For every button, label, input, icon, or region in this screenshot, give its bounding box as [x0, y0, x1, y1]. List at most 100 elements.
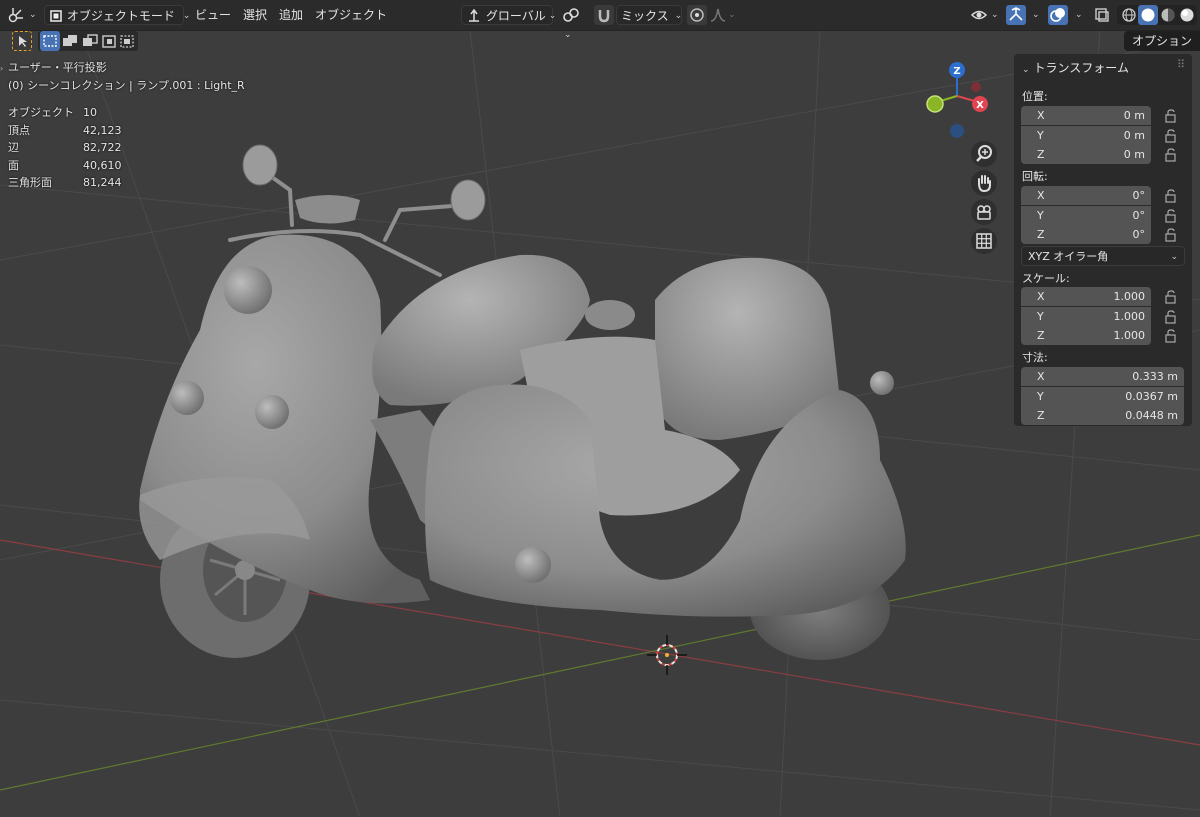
rotation-z-field[interactable]: Z 0°	[1021, 225, 1151, 244]
transform-panel-title: トランスフォーム	[1033, 61, 1129, 75]
menu-select[interactable]: 選択	[243, 5, 267, 25]
select-extend-icon	[63, 35, 77, 46]
chevron-down-icon: ⌄	[182, 11, 191, 21]
xray-toggle[interactable]	[1092, 5, 1112, 25]
location-x-field[interactable]: X0 m	[1021, 106, 1151, 125]
select-extend-button[interactable]	[60, 31, 80, 51]
rendered-shading-icon[interactable]	[1177, 5, 1197, 25]
view3d-editor-icon	[8, 8, 23, 23]
gizmo-y-axis[interactable]	[926, 95, 944, 113]
solid-shading-icon	[1141, 8, 1155, 22]
select-subtract-button[interactable]	[80, 31, 100, 51]
falloff-selector[interactable]: ⌄	[708, 5, 736, 25]
magnet-icon	[598, 10, 610, 23]
chevron-down-icon: ⌄	[674, 11, 683, 21]
orientation-label: グローバル	[485, 9, 546, 23]
3d-cursor[interactable]	[647, 635, 687, 675]
select-intersect-button[interactable]	[118, 31, 138, 51]
material-shading-icon[interactable]	[1158, 5, 1178, 25]
cursor-arrow-icon	[19, 36, 27, 47]
orientation-axes-icon	[469, 8, 479, 22]
editor-type-button[interactable]: ⌄	[6, 5, 38, 25]
zoom-icon	[976, 145, 992, 162]
chevron-down-icon: ⌄	[29, 10, 37, 20]
navigation-gizmo[interactable]: Z X	[926, 62, 988, 138]
drag-handle-icon[interactable]: ⠿	[1177, 58, 1185, 71]
gizmo-z-label: Z	[953, 66, 960, 77]
visibility-selector[interactable]: ⌄	[970, 5, 1000, 25]
chevron-down-icon: ⌄	[564, 30, 572, 40]
perspective-toggle-button[interactable]	[971, 228, 997, 254]
rotation-x-field[interactable]: X 0°	[1021, 186, 1151, 205]
grid-icon	[976, 233, 992, 249]
camera-icon	[977, 205, 991, 220]
gizmo-neg-x-axis[interactable]	[971, 82, 981, 92]
selection-mode-group	[38, 31, 138, 51]
select-subtract-icon	[83, 34, 98, 46]
stat-triangles: 三角形面 81,244	[8, 176, 122, 189]
chevron-down-icon[interactable]: ⌄	[1032, 5, 1040, 25]
scooter-sidecar-model[interactable]	[139, 144, 906, 660]
select-mode-toolbar	[0, 30, 150, 54]
overlays-toggle[interactable]	[1048, 5, 1068, 25]
rotation-y-field[interactable]: Y 0°	[1021, 206, 1151, 225]
lock-icon[interactable]	[1165, 329, 1177, 343]
camera-view-button[interactable]	[971, 199, 997, 225]
scale-x-field[interactable]: X 1.000	[1021, 287, 1151, 306]
select-box-tool-button[interactable]	[12, 31, 32, 51]
gizmo-toggle[interactable]	[1006, 5, 1026, 25]
scale-z-field[interactable]: Z 1.000	[1021, 326, 1151, 345]
dimensions-y-field[interactable]: Y 0.0367 m	[1021, 387, 1184, 406]
scene-statistics: オブジェクト 10 頂点 42,123 辺 82,722 面 40,610 三角形面 81…	[8, 104, 122, 192]
lock-icon[interactable]	[1165, 228, 1177, 242]
transform-panel: ⌄ トランスフォーム ⠿ 位置: X0 m Y0 m Z0 m 回転: X 0° Y…	[1014, 54, 1192, 426]
wireframe-shading-icon[interactable]	[1119, 5, 1139, 25]
falloff-curve-icon	[710, 8, 726, 22]
pivot-link-icon	[563, 8, 579, 22]
select-new-button[interactable]	[40, 31, 60, 51]
mode-selector[interactable]: オブジェクトモード ⌄	[44, 5, 190, 25]
chevron-down-icon: ⌄	[728, 10, 736, 20]
lock-icon[interactable]	[1165, 129, 1177, 143]
dimensions-x-field[interactable]: X 0.333 m	[1021, 367, 1184, 386]
lock-icon[interactable]	[1165, 148, 1177, 162]
dimensions-z-field[interactable]: Z 0.0448 m	[1021, 406, 1184, 425]
select-set-icon	[43, 35, 57, 47]
transform-orientation-selector[interactable]: グローバル ⌄	[461, 5, 556, 25]
rotation-mode-selector[interactable]: XYZ オイラー角 ⌄	[1021, 246, 1185, 266]
lock-icon[interactable]	[1165, 310, 1177, 324]
select-invert-button[interactable]	[100, 31, 120, 51]
lock-icon[interactable]	[1165, 189, 1177, 203]
lock-icon[interactable]	[1165, 109, 1177, 123]
hand-icon	[978, 175, 991, 193]
transform-panel-header[interactable]: ⌄ トランスフォーム	[1022, 58, 1129, 78]
lock-icon[interactable]	[1165, 209, 1177, 223]
gizmo-x-label: X	[976, 100, 984, 111]
pivot-label: ミックス	[621, 9, 669, 23]
menu-object[interactable]: オブジェクト	[315, 5, 387, 25]
pivot-point-button[interactable]: ⌄	[561, 5, 591, 40]
solid-shading-button[interactable]	[1138, 5, 1158, 25]
lock-icon[interactable]	[1165, 290, 1177, 304]
location-z-field[interactable]: Z0 m	[1021, 145, 1151, 164]
dimensions-label: 寸法:	[1022, 351, 1048, 364]
snap-toggle[interactable]	[594, 5, 614, 25]
stat-faces: 面 40,610	[8, 158, 122, 172]
menu-view[interactable]: ビュー	[195, 5, 231, 25]
proportional-editing-toggle[interactable]	[687, 5, 707, 25]
menu-add[interactable]: 追加	[279, 5, 303, 25]
location-y-field[interactable]: Y0 m	[1021, 126, 1151, 145]
zoom-tool-button[interactable]	[971, 141, 997, 167]
chevron-down-icon[interactable]: ⌄	[1075, 5, 1083, 25]
gizmo-neg-z-axis[interactable]	[950, 124, 964, 138]
pan-tool-button[interactable]	[971, 170, 997, 196]
shading-mode-group	[1117, 5, 1197, 25]
scale-y-field[interactable]: Y 1.000	[1021, 307, 1151, 326]
snap-target-selector[interactable]: ミックス ⌄	[616, 5, 682, 25]
collection-info: (0) シーンコレクション | ランプ.001 : Light_R	[8, 79, 245, 92]
object-mode-icon	[50, 10, 62, 22]
mode-label: オブジェクトモード	[66, 9, 175, 23]
view-name: ユーザー・平行投影	[8, 61, 107, 74]
options-tab[interactable]: オプション	[1123, 31, 1200, 51]
toolbar-expand-arrow-icon[interactable]: ›	[0, 64, 6, 74]
